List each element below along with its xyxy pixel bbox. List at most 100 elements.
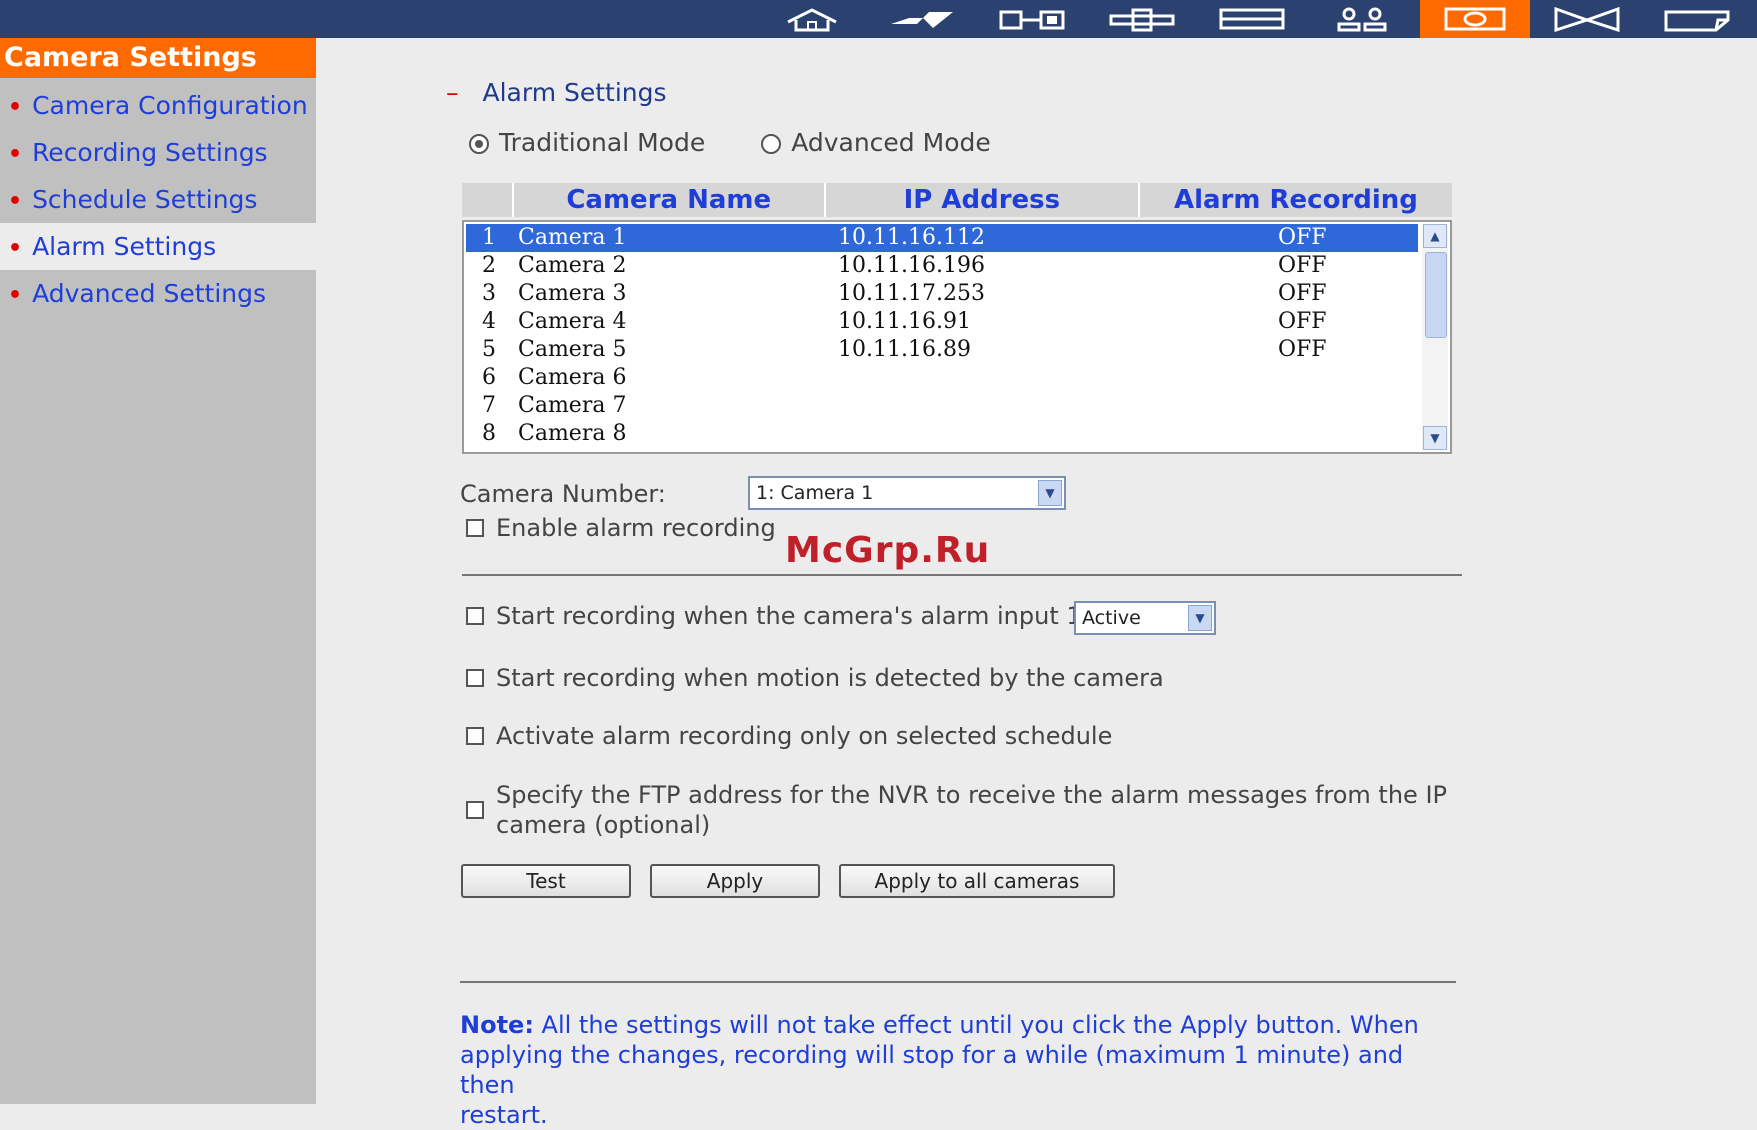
apply-button[interactable]: Apply bbox=[650, 864, 820, 898]
scroll-thumb[interactable] bbox=[1425, 252, 1447, 338]
ftp-checkbox[interactable] bbox=[466, 801, 484, 819]
column-header-number bbox=[462, 183, 514, 217]
column-header-camera-name[interactable]: Camera Name bbox=[514, 183, 826, 217]
test-button[interactable]: Test bbox=[461, 864, 631, 898]
alarm-input-row[interactable]: Start recording when the camera's alarm … bbox=[466, 602, 1108, 630]
advanced-mode-radio[interactable] bbox=[761, 134, 782, 154]
user-management-icon[interactable] bbox=[1307, 0, 1417, 38]
row-camera-name: Camera 2 bbox=[518, 253, 627, 278]
note-line3: restart. bbox=[460, 1101, 548, 1129]
home-icon[interactable] bbox=[757, 0, 867, 38]
row-number: 2 bbox=[482, 253, 496, 278]
row-number: 1 bbox=[482, 225, 496, 250]
sidebar-item-label: Schedule Settings bbox=[32, 185, 258, 214]
apply-to-all-cameras-button[interactable]: Apply to all cameras bbox=[839, 864, 1115, 898]
alarm-input-label: Start recording when the camera's alarm … bbox=[496, 602, 1109, 630]
row-number: 4 bbox=[482, 309, 496, 334]
divider bbox=[462, 574, 1462, 576]
motion-row[interactable]: Start recording when motion is detected … bbox=[466, 664, 1164, 692]
row-ip-address: 10.11.16.91 bbox=[838, 309, 971, 334]
sidebar-item-alarm-settings[interactable]: • Alarm Settings bbox=[0, 223, 316, 270]
row-number: 3 bbox=[482, 281, 496, 306]
enable-alarm-label: Enable alarm recording bbox=[496, 514, 776, 542]
traditional-mode-label: Traditional Mode bbox=[499, 128, 706, 157]
row-camera-name: Camera 8 bbox=[518, 421, 627, 446]
table-row[interactable]: 8 Camera 8 bbox=[466, 420, 1418, 448]
chevron-down-icon[interactable]: ▼ bbox=[1188, 605, 1212, 631]
ftp-label-line2: camera (optional) bbox=[496, 811, 711, 839]
camera-number-select[interactable]: 1: Camera 1 ▼ bbox=[748, 476, 1066, 510]
top-navigation-bar bbox=[0, 0, 1757, 38]
bullet-icon: • bbox=[8, 95, 23, 120]
enable-alarm-row[interactable]: Enable alarm recording bbox=[466, 514, 776, 542]
row-ip-address: 10.11.16.112 bbox=[838, 225, 985, 250]
network-settings-icon[interactable] bbox=[1087, 0, 1197, 38]
collapse-icon[interactable]: – bbox=[446, 78, 459, 107]
section-title[interactable]: – Alarm Settings bbox=[446, 78, 667, 107]
sidebar-item-advanced-settings[interactable]: • Advanced Settings bbox=[0, 270, 316, 317]
motion-checkbox[interactable] bbox=[466, 669, 484, 687]
camera-settings-icon[interactable] bbox=[1420, 0, 1530, 38]
ftp-label-line1: Specify the FTP address for the NVR to r… bbox=[496, 781, 1447, 809]
sidebar-item-camera-configuration[interactable]: • Camera Configuration bbox=[0, 82, 316, 129]
row-alarm-recording: OFF bbox=[1278, 337, 1327, 362]
camera-number-value: 1: Camera 1 bbox=[756, 482, 874, 504]
bullet-icon: • bbox=[8, 283, 23, 308]
logs-icon[interactable] bbox=[1642, 0, 1752, 38]
table-row[interactable]: 5 Camera 5 10.11.16.89 OFF bbox=[466, 336, 1418, 364]
column-header-alarm-recording[interactable]: Alarm Recording bbox=[1140, 183, 1452, 217]
schedule-row[interactable]: Activate alarm recording only on selecte… bbox=[466, 722, 1112, 750]
table-row[interactable]: 1 Camera 1 10.11.16.112 OFF bbox=[466, 224, 1418, 252]
note-line1: All the settings will not take effect un… bbox=[533, 1011, 1419, 1039]
alarm-input-checkbox[interactable] bbox=[466, 607, 484, 625]
sidebar-item-schedule-settings[interactable]: • Schedule Settings bbox=[0, 176, 316, 223]
row-camera-name: Camera 7 bbox=[518, 393, 627, 418]
note-line2: applying the changes, recording will sto… bbox=[460, 1041, 1404, 1099]
table-row[interactable]: 2 Camera 2 10.11.16.196 OFF bbox=[466, 252, 1418, 280]
row-camera-name: Camera 3 bbox=[518, 281, 627, 306]
traditional-mode-radio[interactable] bbox=[469, 134, 489, 154]
divider bbox=[460, 981, 1456, 983]
table-scrollbar[interactable]: ▲ ▼ bbox=[1422, 224, 1448, 450]
bullet-icon: • bbox=[8, 142, 23, 167]
row-ip-address: 10.11.16.196 bbox=[838, 253, 985, 278]
table-row[interactable]: 4 Camera 4 10.11.16.91 OFF bbox=[466, 308, 1418, 336]
table-row[interactable]: 7 Camera 7 bbox=[466, 392, 1418, 420]
chevron-down-icon[interactable]: ▼ bbox=[1038, 480, 1062, 506]
sidebar-item-label: Alarm Settings bbox=[32, 232, 217, 261]
sidebar-header: Camera Settings bbox=[0, 38, 316, 78]
ftp-label: Specify the FTP address for the NVR to r… bbox=[496, 780, 1447, 840]
sidebar-item-recording-settings[interactable]: • Recording Settings bbox=[0, 129, 316, 176]
scroll-down-icon[interactable]: ▼ bbox=[1423, 426, 1447, 450]
row-number: 8 bbox=[482, 421, 496, 446]
camera-number-label: Camera Number: bbox=[460, 480, 666, 508]
enable-alarm-checkbox[interactable] bbox=[466, 519, 484, 537]
ftp-row[interactable]: Specify the FTP address for the NVR to r… bbox=[466, 780, 1447, 840]
system-settings-icon[interactable] bbox=[977, 0, 1087, 38]
system-tools-icon[interactable] bbox=[1532, 0, 1642, 38]
sidebar-item-label: Recording Settings bbox=[32, 138, 268, 167]
table-row[interactable]: 3 Camera 3 10.11.17.253 OFF bbox=[466, 280, 1418, 308]
alarm-input-select[interactable]: Active ▼ bbox=[1074, 601, 1216, 635]
row-camera-name: Camera 1 bbox=[518, 225, 627, 250]
device-config-icon[interactable] bbox=[1197, 0, 1307, 38]
quick-config-icon[interactable] bbox=[867, 0, 977, 38]
table-row[interactable]: 6 Camera 6 bbox=[466, 364, 1418, 392]
advanced-mode-label: Advanced Mode bbox=[791, 128, 991, 157]
advanced-mode-option[interactable]: Advanced Mode bbox=[761, 128, 991, 157]
scroll-up-icon[interactable]: ▲ bbox=[1423, 224, 1447, 248]
row-camera-name: Camera 5 bbox=[518, 337, 627, 362]
section-title-label: Alarm Settings bbox=[482, 78, 667, 107]
column-header-ip-address[interactable]: IP Address bbox=[826, 183, 1140, 217]
schedule-label: Activate alarm recording only on selecte… bbox=[496, 722, 1113, 750]
row-number: 5 bbox=[482, 337, 496, 362]
note-label: Note: bbox=[460, 1011, 534, 1039]
bullet-icon: • bbox=[8, 189, 23, 214]
mode-selector: Traditional Mode Advanced Mode bbox=[469, 128, 1039, 157]
schedule-checkbox[interactable] bbox=[466, 727, 484, 745]
row-alarm-recording: OFF bbox=[1278, 225, 1327, 250]
sidebar-item-label: Advanced Settings bbox=[32, 279, 267, 308]
row-number: 6 bbox=[482, 365, 496, 390]
row-ip-address: 10.11.16.89 bbox=[838, 337, 971, 362]
traditional-mode-option[interactable]: Traditional Mode bbox=[469, 128, 705, 157]
